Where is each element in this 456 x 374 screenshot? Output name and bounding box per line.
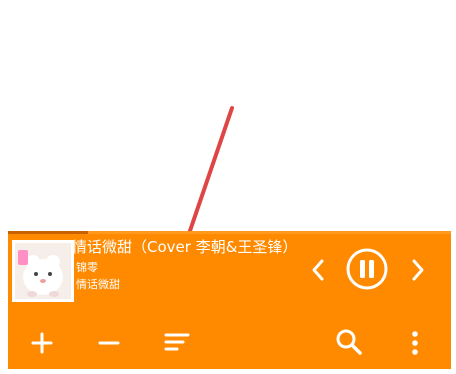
minus-icon[interactable] [97, 331, 121, 355]
playlist-icon[interactable] [163, 330, 191, 354]
plus-icon[interactable] [30, 331, 54, 355]
mini-player: 情话微甜（Cover 李朝&王圣锋） 锦零 情话微甜 [8, 231, 451, 369]
song-album: 情话微甜 [76, 278, 120, 291]
playback-progress-fill [8, 231, 88, 234]
album-cover[interactable] [12, 240, 74, 302]
playback-progress-bar[interactable] [8, 231, 451, 234]
album-cover-image [15, 243, 71, 299]
chevron-right-icon[interactable] [409, 258, 427, 282]
pause-circle-icon[interactable] [345, 247, 389, 291]
more-vertical-icon[interactable] [409, 329, 421, 357]
chevron-left-icon[interactable] [309, 258, 327, 282]
song-title: 情话微甜（Cover 李朝&王圣锋） [72, 238, 292, 256]
screen: 情话微甜（Cover 李朝&王圣锋） 锦零 情话微甜 [0, 0, 456, 374]
search-icon[interactable] [335, 328, 363, 356]
song-artist: 锦零 [76, 261, 98, 274]
